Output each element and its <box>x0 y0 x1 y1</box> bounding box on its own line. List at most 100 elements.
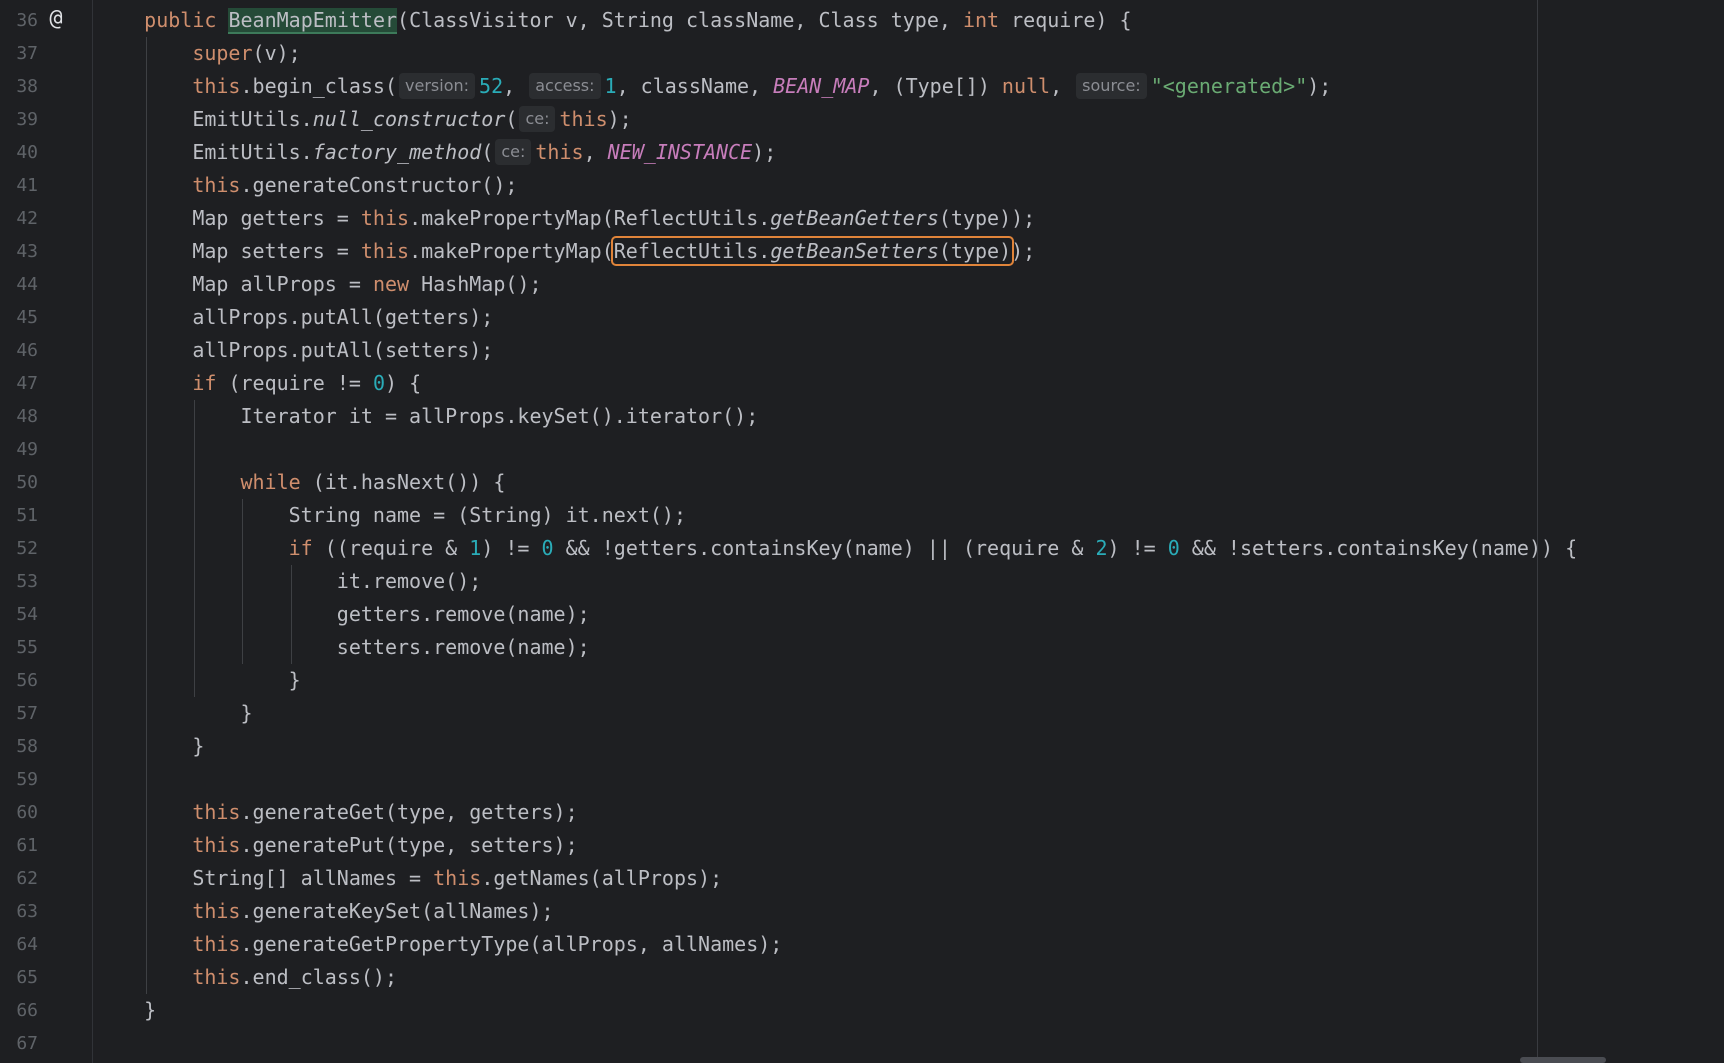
constant-token: NEW_INSTANCE <box>607 140 753 164</box>
code-token: it.remove(); <box>336 569 482 593</box>
line-number: 52 <box>16 538 38 559</box>
code-token: null_constructor <box>312 107 506 131</box>
code-token: String[] allNames = <box>192 866 434 890</box>
code-line[interactable]: } <box>240 697 252 730</box>
line-number: 65 <box>16 967 38 988</box>
line-number-gutter[interactable]: @ 36 37 38 39 40 41 42 43 44 45 46 47 48 49 50 51 52 53 54… <box>0 0 92 1063</box>
line-number: 66 <box>16 1000 38 1021</box>
code-token: ) != <box>1107 536 1168 560</box>
code-line[interactable]: allProps.putAll(getters); <box>192 301 493 334</box>
horizontal-scrollbar-thumb[interactable] <box>1520 1057 1606 1063</box>
code-token: ); <box>607 107 632 131</box>
code-line[interactable]: String name = (String) it.next(); <box>289 499 686 532</box>
code-token: (type) <box>938 239 1012 263</box>
code-token: .generatePut(type, setters); <box>240 833 578 857</box>
code-line[interactable]: String[] allNames = this.getNames(allPro… <box>192 862 722 895</box>
code-token: getBeanGetters <box>770 206 939 230</box>
line-number: 40 <box>16 142 38 163</box>
line-number: 44 <box>16 274 38 295</box>
code-line[interactable]: } <box>289 664 301 697</box>
keyword-token: this <box>192 932 241 956</box>
code-token: ( <box>505 107 518 131</box>
number-token: 0 <box>372 371 385 395</box>
line-number: 62 <box>16 868 38 889</box>
line-number: 46 <box>16 340 38 361</box>
code-line[interactable]: allProps.putAll(setters); <box>192 334 493 367</box>
code-line[interactable]: if ((require & 1) != 0 && !getters.conta… <box>289 532 1577 565</box>
code-line[interactable]: this.generatePut(type, setters); <box>192 829 577 862</box>
code-token: } <box>288 668 301 692</box>
code-token: .end_class(); <box>240 965 398 989</box>
code-line[interactable]: } <box>144 994 156 1027</box>
code-token: , <box>583 140 608 164</box>
code-token: Map allProps = <box>192 272 373 296</box>
code-token: && !getters.containsKey(name) || (requir… <box>553 536 1096 560</box>
code-token: (v); <box>252 41 301 65</box>
line-number: 38 <box>16 76 38 97</box>
code-token: .generateConstructor(); <box>240 173 518 197</box>
code-token: getters.remove(name); <box>336 602 590 626</box>
constant-token: BEAN_MAP <box>773 74 870 98</box>
code-line[interactable]: Map setters = this.makePropertyMap(Refle… <box>192 235 1035 268</box>
code-token: .begin_class( <box>240 74 398 98</box>
code-token: .getNames(allProps); <box>481 866 723 890</box>
code-line[interactable]: this.generateKeySet(allNames); <box>192 895 553 928</box>
code-line[interactable]: this.begin_class(version: 52, access: 1, c… <box>192 70 1331 103</box>
line-number: 51 <box>16 505 38 526</box>
keyword-token: while <box>240 470 301 494</box>
indent-guide <box>242 499 244 664</box>
line-number: 64 <box>16 934 38 955</box>
line-number: 45 <box>16 307 38 328</box>
code-token: Map setters = <box>192 239 361 263</box>
code-line[interactable]: public BeanMapEmitter(ClassVisitor v, St… <box>144 4 1132 37</box>
line-number: 61 <box>16 835 38 856</box>
code-line[interactable]: Map allProps = new HashMap(); <box>192 268 541 301</box>
code-line[interactable]: setters.remove(name); <box>337 631 590 664</box>
code-line[interactable]: EmitUtils.null_constructor(ce: this); <box>192 103 632 136</box>
override-annotation-icon[interactable]: @ <box>44 7 68 31</box>
code-line[interactable]: } <box>192 730 204 763</box>
indent-guide <box>290 565 292 664</box>
parameter-hint: ce: <box>519 106 556 132</box>
code-line[interactable]: EmitUtils.factory_method(ce: this, NEW_IN… <box>192 136 776 169</box>
line-number: 48 <box>16 406 38 427</box>
code-line[interactable]: super(v); <box>192 37 300 70</box>
code-line[interactable]: this.generateGet(type, getters); <box>192 796 577 829</box>
code-line[interactable]: getters.remove(name); <box>337 598 590 631</box>
code-token: , <box>1050 74 1075 98</box>
line-number: 36 <box>16 10 38 31</box>
line-number: 47 <box>16 373 38 394</box>
code-line[interactable]: Map getters = this.makePropertyMap(Refle… <box>192 202 1035 235</box>
code-token: .generateKeySet(allNames); <box>240 899 554 923</box>
code-token: .generateGet(type, getters); <box>240 800 578 824</box>
code-token: ); <box>1307 74 1332 98</box>
code-token: factory_method <box>312 140 482 164</box>
code-token: Map getters = <box>192 206 361 230</box>
code-token: allProps.putAll(getters); <box>192 305 494 329</box>
number-token: 52 <box>479 74 504 98</box>
parameter-hint: access: <box>529 73 601 99</box>
indent-guide <box>146 37 148 994</box>
code-line[interactable]: it.remove(); <box>337 565 482 598</box>
code-line[interactable]: Iterator it = allProps.keySet().iterator… <box>240 400 758 433</box>
code-line[interactable]: if (require != 0) { <box>192 367 421 400</box>
line-number: 41 <box>16 175 38 196</box>
line-number: 59 <box>16 769 38 790</box>
code-token: setters.remove(name); <box>336 635 590 659</box>
code-line[interactable]: while (it.hasNext()) { <box>240 466 505 499</box>
code-editor[interactable]: @ 36 37 38 39 40 41 42 43 44 45 46 47 48 49 50 51 52 53 54… <box>0 0 1724 1063</box>
line-number: 67 <box>16 1033 38 1054</box>
code-line[interactable]: this.generateConstructor(); <box>192 169 517 202</box>
line-number: 37 <box>16 43 38 64</box>
code-line[interactable]: this.end_class(); <box>192 961 397 994</box>
code-token: ) != <box>481 536 542 560</box>
string-token: "<generated>" <box>1150 74 1308 98</box>
line-number: 54 <box>16 604 38 625</box>
code-line[interactable]: this.generateGetPropertyType(allProps, a… <box>192 928 782 961</box>
keyword-token: this <box>433 866 482 890</box>
keyword-token: public <box>144 8 217 32</box>
code-token: , className, <box>616 74 774 98</box>
number-token: 0 <box>541 536 554 560</box>
code-token: .generateGetPropertyType(allProps, allNa… <box>240 932 783 956</box>
